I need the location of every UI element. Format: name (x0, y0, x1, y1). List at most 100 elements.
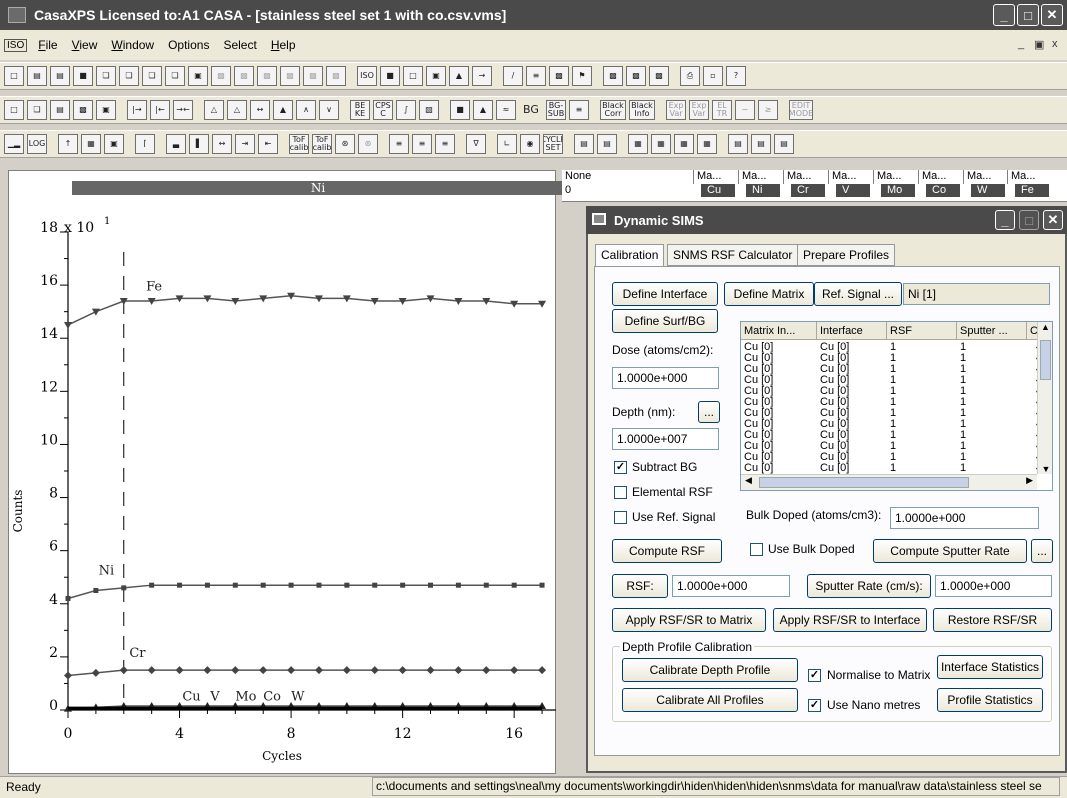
scale-icon[interactable]: ≥ (758, 100, 778, 120)
binoculars-icon[interactable]: ◉ (520, 134, 540, 154)
windows-icon[interactable]: ❏ (27, 100, 47, 120)
disabled-icon[interactable]: ▩ (257, 66, 277, 86)
compute-sputter-rate-button[interactable]: Compute Sputter Rate (873, 539, 1027, 563)
help-icon[interactable]: ? (726, 66, 746, 86)
rsf-table-header[interactable]: Matrix In... (741, 322, 817, 340)
tof-calib-button-2[interactable]: ToF calib (312, 134, 332, 154)
rsf-table[interactable]: Matrix In... Interface RSF Sputter ... C Cu [… (740, 321, 1053, 491)
dialog-close-button[interactable]: ✕ (1043, 210, 1063, 230)
matrix-col-header[interactable]: Ma... (783, 170, 827, 184)
stack-up-icon[interactable]: ≡ (412, 134, 432, 154)
matrix-element-ni[interactable]: Ni (742, 184, 780, 197)
filter-icon[interactable]: ∇ (466, 134, 486, 154)
use-ref-signal-checkbox[interactable] (614, 511, 627, 524)
mdi-minimize-button[interactable]: _ (1018, 38, 1024, 50)
paste2-icon[interactable]: ❏ (142, 66, 162, 86)
save-icon[interactable]: ■ (73, 66, 93, 86)
iso-icon[interactable]: ISO (357, 66, 377, 86)
paste3-icon[interactable]: ❏ (165, 66, 185, 86)
disabled-icon[interactable]: ▩ (326, 66, 346, 86)
panel-icon[interactable]: ■ (450, 100, 470, 120)
app-icon[interactable] (8, 7, 26, 23)
frame-icon[interactable]: ▣ (96, 100, 116, 120)
calibrate-all-profiles-button[interactable]: Calibrate All Profiles (622, 688, 798, 712)
tab-calibration[interactable]: Calibration (595, 244, 665, 268)
bracket-icon[interactable]: ⌈ (135, 134, 155, 154)
element-icon-2[interactable]: ▦ (651, 134, 671, 154)
frame-icon[interactable]: □ (403, 66, 423, 86)
bag-icon[interactable]: ▩ (626, 66, 646, 86)
depth-profile-chart[interactable]: 024681012141618 x 10 10 4 8 12 16CyclesCountsF… (8, 196, 556, 774)
expand-icon[interactable]: ↔ (250, 100, 270, 120)
bar-left-icon[interactable]: ▌ (189, 134, 209, 154)
ref-signal-field[interactable]: Ni [1] (903, 283, 1050, 305)
bars-icon[interactable]: ▁▂ (4, 134, 24, 154)
element-icon-1[interactable]: ▦ (628, 134, 648, 154)
matrix-col-header[interactable]: Ma... (1007, 170, 1051, 184)
img-icon[interactable]: ▲ (449, 66, 469, 86)
overlay-icon[interactable]: ▩ (73, 100, 93, 120)
window-icon[interactable]: □ (4, 100, 24, 120)
elemental-rsf-checkbox[interactable] (614, 486, 627, 499)
preview-icon[interactable]: ▫ (703, 66, 723, 86)
disabled-icon[interactable]: ▩ (211, 66, 231, 86)
apply-rsf-sr-interface-button[interactable]: Apply RSF/SR to Interface (773, 608, 927, 632)
stack-icon[interactable]: ≡ (389, 134, 409, 154)
peak-icon[interactable]: ▲ (273, 100, 293, 120)
arrow-icon[interactable]: → (472, 66, 492, 86)
cps-button[interactable]: CPS C (373, 100, 393, 120)
depth-browse-button[interactable]: ... (698, 401, 720, 423)
flag-icon[interactable]: ⚑ (572, 66, 592, 86)
more-options-button[interactable]: ... (1031, 539, 1053, 563)
matrix-col-header[interactable]: Ma... (873, 170, 917, 184)
element-icon-4[interactable]: ▦ (697, 134, 717, 154)
matrix-col-header[interactable]: Ma... (693, 170, 737, 184)
copy-icon[interactable]: ❏ (96, 66, 116, 86)
counts-icon[interactable]: ↑ (58, 134, 78, 154)
tab-snms-rsf-calculator[interactable]: SNMS RSF Calculator (667, 244, 799, 266)
matrix-element-cu[interactable]: Cu (697, 184, 735, 197)
open-alt-icon[interactable]: ▤ (50, 66, 70, 86)
mdi-restore-button[interactable]: ▣ (1034, 38, 1044, 51)
be-ke-button[interactable]: BE KE (350, 100, 370, 120)
restore-rsf-sr-button[interactable]: Restore RSF/SR (933, 608, 1052, 632)
book-icon[interactable]: ■ (380, 66, 400, 86)
ref-signal-button[interactable]: Ref. Signal ... (814, 282, 902, 306)
peak-move-icon[interactable]: △ (227, 100, 247, 120)
menu-file[interactable]: File (31, 38, 64, 52)
box-icon[interactable]: ▣ (104, 134, 124, 154)
define-surf-bg-button[interactable]: Define Surf/BG (612, 309, 718, 333)
pen-icon[interactable]: / (503, 66, 523, 86)
chart-icon[interactable]: ▲ (473, 100, 493, 120)
print-icon[interactable]: ⎙ (680, 66, 700, 86)
peak-search-icon[interactable]: ⊛ (335, 134, 355, 154)
tile-icon[interactable]: ▣ (426, 66, 446, 86)
bin-icon[interactable]: ▩ (649, 66, 669, 86)
folder-icon-2[interactable]: ▤ (751, 134, 771, 154)
folder-icon-3[interactable]: ▤ (774, 134, 794, 154)
grid-icon[interactable]: ▦ (81, 134, 101, 154)
matrix-element-cr[interactable]: Cr (787, 184, 825, 197)
paste-icon[interactable]: ❏ (119, 66, 139, 86)
line-icon[interactable]: ≡ (569, 100, 589, 120)
use-bulk-doped-checkbox[interactable] (750, 543, 763, 556)
rsf-table-header[interactable]: Sputter ... (957, 322, 1027, 340)
goto-start-icon[interactable]: ⇤ (258, 134, 278, 154)
fit-icon[interactable]: ∼ (735, 100, 755, 120)
folder-icon-1[interactable]: ▤ (728, 134, 748, 154)
lg-icon[interactable]: ≡ (526, 66, 546, 86)
stack-down-icon[interactable]: ≡ (435, 134, 455, 154)
wave-icon[interactable]: ≈ (496, 100, 516, 120)
depth-field[interactable]: 1.0000e+007 (612, 428, 719, 450)
disabled-icon[interactable]: ▩ (234, 66, 254, 86)
align-right-icon[interactable]: |→ (127, 100, 147, 120)
interface-statistics-button[interactable]: Interface Statistics (937, 655, 1043, 679)
matrix-col-header[interactable]: Ma... (963, 170, 1007, 184)
profile-statistics-button[interactable]: Profile Statistics (937, 688, 1043, 712)
print-prev-icon[interactable]: ▣ (188, 66, 208, 86)
menu-select[interactable]: Select (216, 38, 263, 52)
exp-var-button[interactable]: Exp Var (666, 100, 686, 120)
normalise-to-matrix-checkbox[interactable]: ✓ (808, 669, 821, 682)
chart-line-icon[interactable]: ∟ (497, 134, 517, 154)
open-icon[interactable]: ▤ (27, 66, 47, 86)
